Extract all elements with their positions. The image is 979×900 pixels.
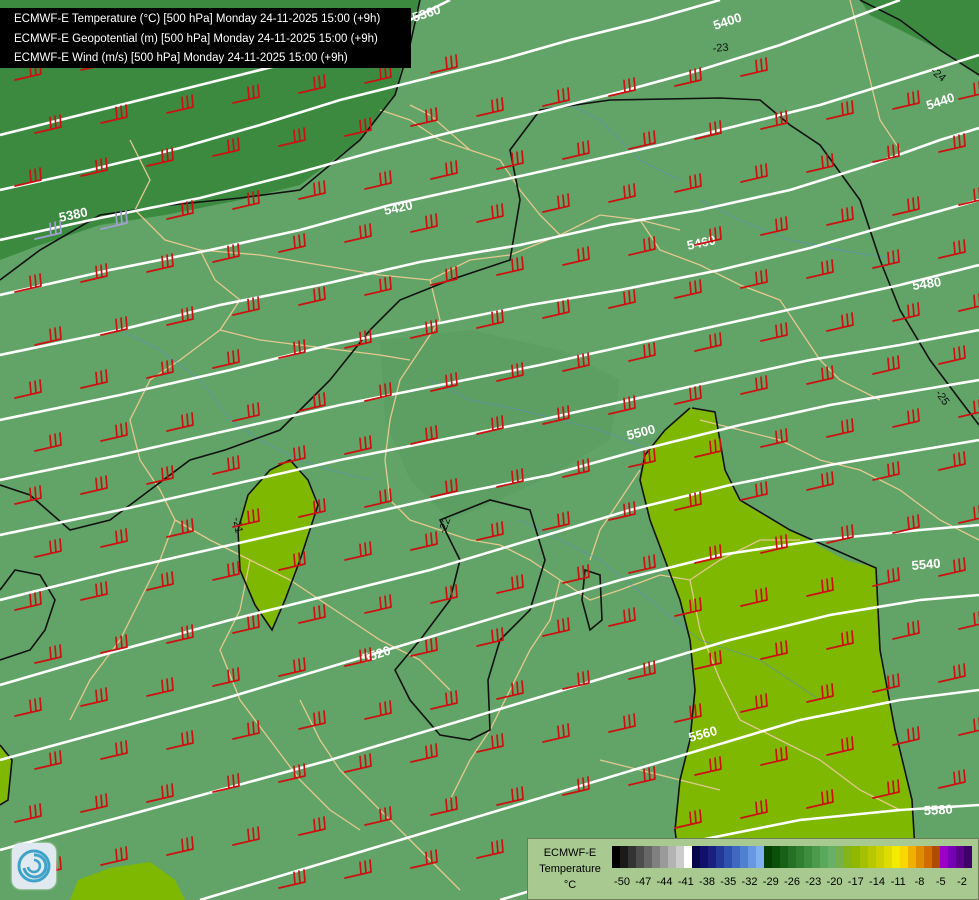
legend-tick-label: -20: [826, 876, 843, 888]
header-wind: ECMWF-E Wind (m/s) [500 hPa] Monday 24-1…: [14, 52, 348, 64]
legend-color-swatch: [948, 846, 956, 868]
legend-color-swatch: [700, 846, 708, 868]
label-5540: 5540: [911, 556, 941, 573]
legend-color-swatch: [716, 846, 724, 868]
legend-color-swatch: [636, 846, 644, 868]
label-5580: 5580: [923, 802, 953, 818]
legend-tick-label: -32: [741, 876, 758, 888]
legend-tick-label: -41: [677, 876, 694, 888]
legend-title-1: ECMWF-E: [543, 847, 597, 859]
legend-tick-label: -38: [699, 876, 715, 888]
legend-tick-label: -2: [957, 876, 967, 888]
legend-color-swatch: [836, 846, 844, 868]
legend-color-swatch: [940, 846, 948, 868]
legend-color-swatch: [924, 846, 932, 868]
legend-color-swatch: [756, 846, 764, 868]
legend-color-swatch: [964, 846, 972, 868]
legend-color-swatch: [740, 846, 748, 868]
legend-tick-label: -44: [656, 876, 673, 888]
legend-color-swatch: [796, 846, 804, 868]
legend-color-swatch: [892, 846, 900, 868]
ecmwf-logo-icon: [12, 843, 56, 889]
legend-color-swatch: [676, 846, 684, 868]
legend-tick-label: -11: [890, 876, 906, 888]
legend-color-swatch: [956, 846, 964, 868]
legend-tick-label: -23: [805, 876, 822, 888]
legend-color-swatch: [684, 846, 692, 868]
legend-color-swatch: [884, 846, 892, 868]
legend-color-swatch: [908, 846, 916, 868]
legend-color-swatch: [932, 846, 940, 868]
map-header: ECMWF-E Temperature (°C) [500 hPa] Monda…: [0, 8, 411, 68]
legend-color-swatch: [868, 846, 876, 868]
legend-color-swatch: [860, 846, 868, 868]
legend-tick-label: -5: [935, 876, 946, 888]
legend-color-swatch: [916, 846, 924, 868]
legend-color-swatch: [820, 846, 828, 868]
legend-tick-label: -17: [847, 876, 864, 888]
legend-color-bar: [612, 846, 972, 868]
legend-color-swatch: [612, 846, 620, 868]
legend-color-swatch: [852, 846, 860, 868]
legend-color-swatch: [652, 846, 660, 868]
header-geopotential: ECMWF-E Geopotential (m) [500 hPa] Monda…: [14, 32, 378, 45]
legend-color-swatch: [788, 846, 796, 868]
legend-tick-label: -26: [784, 876, 800, 888]
legend-color-swatch: [724, 846, 732, 868]
legend-color-swatch: [876, 846, 884, 868]
legend-color-swatch: [692, 846, 700, 868]
legend-color-swatch: [732, 846, 740, 868]
legend-title-2: Temperature: [539, 863, 601, 875]
weather-map[interactable]: 5360 5380 5400 5420 5440 5460 5480 5500 …: [0, 0, 979, 900]
legend-color-swatch: [900, 846, 908, 868]
legend-unit: °C: [563, 879, 577, 891]
legend-color-swatch: [812, 846, 820, 868]
isotherm-label-3: -23: [712, 42, 729, 55]
legend-color-swatch: [828, 846, 836, 868]
legend-ticks: -50 -47 -44 -41 -38 -35 -32 -29 -26 -23 -20 -17 -14-…: [612, 876, 972, 890]
legend-color-swatch: [772, 846, 780, 868]
legend-color-swatch: [708, 846, 716, 868]
legend-tick-label: -14: [869, 876, 885, 888]
legend-color-swatch: [660, 846, 668, 868]
temperature-legend: ECMWF-E Temperature °C -50 -47 -44 -41 -38 -3…: [527, 838, 979, 900]
header-temperature: ECMWF-E Temperature (°C) [500 hPa] Monda…: [14, 13, 381, 25]
legend-tick-label: -8: [914, 876, 925, 888]
legend-color-swatch: [764, 846, 772, 868]
legend-color-swatch: [644, 846, 652, 868]
legend-color-swatch: [844, 846, 852, 868]
legend-color-swatch: [668, 846, 676, 868]
legend-color-swatch: [748, 846, 756, 868]
legend-tick-label: -35: [720, 876, 737, 888]
legend-color-swatch: [804, 846, 812, 868]
legend-color-swatch: [628, 846, 636, 868]
weather-map-view: 5360 5380 5400 5420 5440 5460 5480 5500 …: [0, 0, 979, 900]
legend-tick-label: -50: [614, 876, 630, 888]
legend-tick-label: -29: [762, 876, 779, 888]
legend-color-swatch: [620, 846, 628, 868]
legend-color-swatch: [780, 846, 788, 868]
legend-tick-label: -47: [635, 876, 652, 888]
